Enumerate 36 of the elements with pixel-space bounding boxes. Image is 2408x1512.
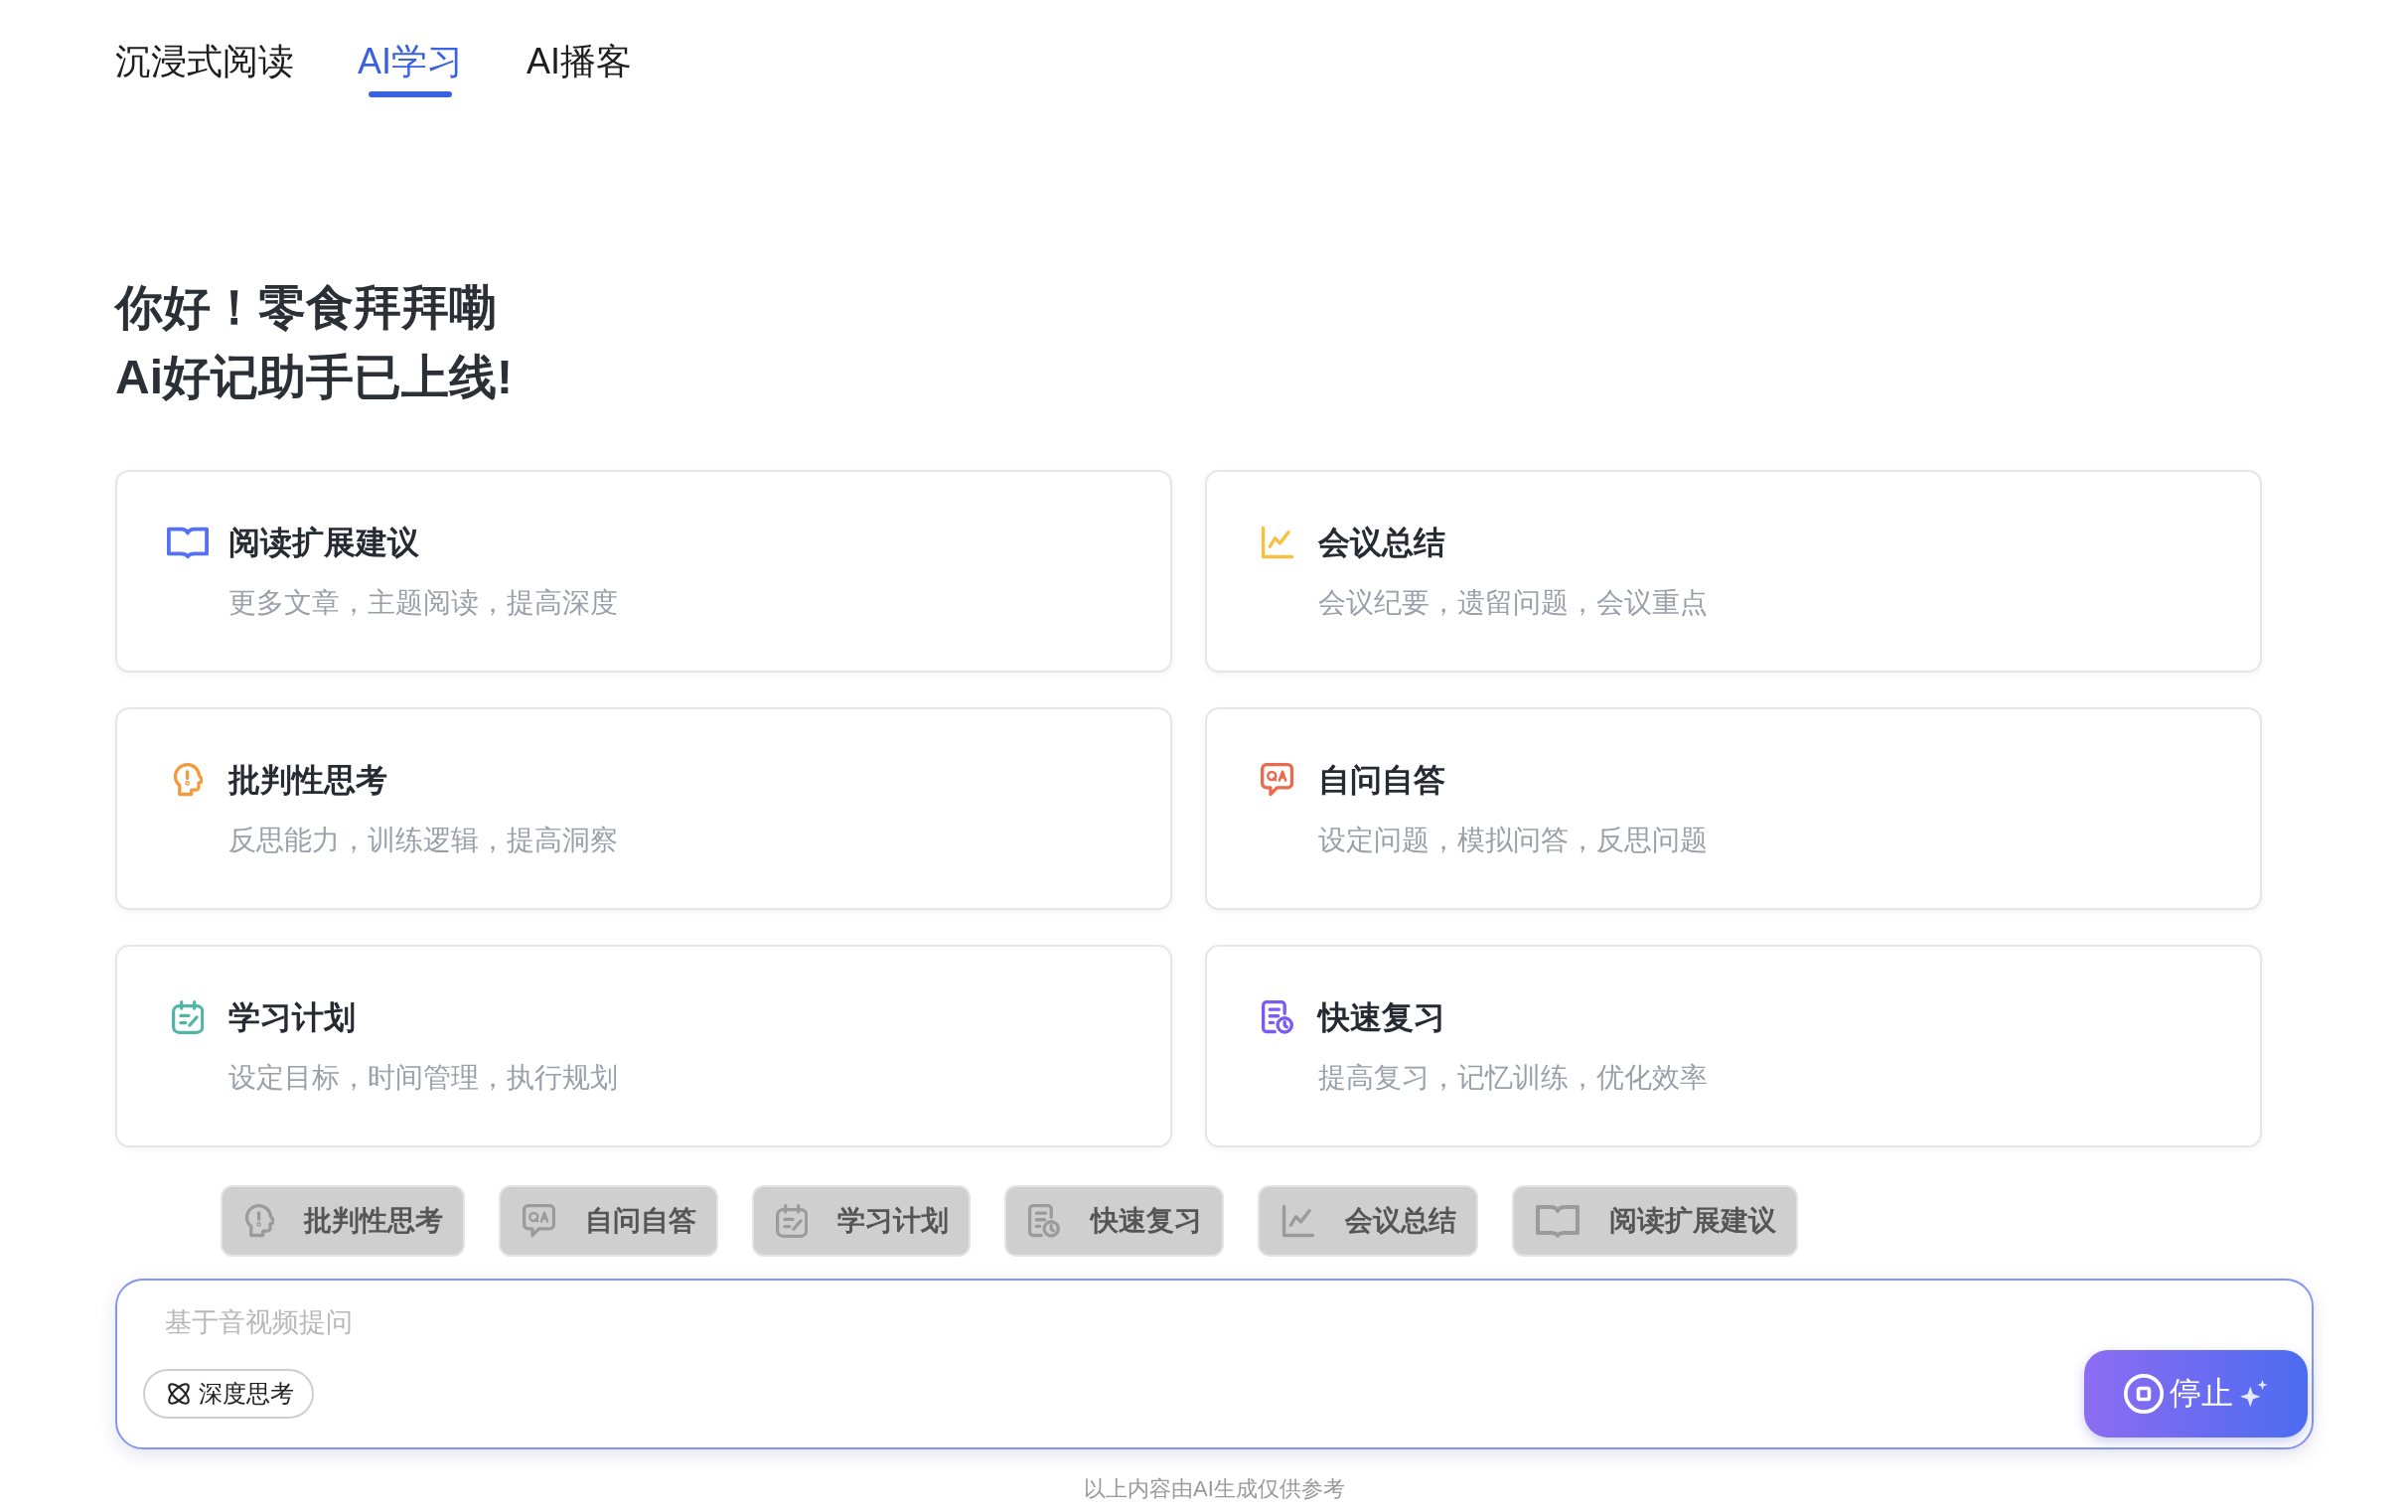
deep-think-button[interactable]: 深度思考: [143, 1369, 314, 1419]
question-input[interactable]: 基于音视频提问: [143, 1294, 779, 1350]
tab[interactable]: 沉浸式阅读: [115, 0, 294, 97]
card-description: 更多文章，主题阅读，提高深度: [228, 586, 618, 620]
stop-button[interactable]: 停止: [2084, 1350, 2308, 1437]
tab[interactable]: AI播客: [527, 0, 633, 97]
card-description: 设定目标，时间管理，执行规划: [228, 1061, 618, 1095]
suggestion-card[interactable]: 批判性思考 反思能力，训练逻辑，提高洞察: [115, 707, 1172, 910]
card-description: 提高复习，记忆训练，优化效率: [1318, 1061, 1708, 1095]
head-alert-icon: [244, 1204, 274, 1238]
suggestion-card[interactable]: 自问自答 设定问题，模拟问答，反思问题: [1205, 707, 2262, 910]
card-description: 会议纪要，遗留问题，会议重点: [1318, 586, 1708, 620]
card-title: 学习计划: [228, 998, 356, 1037]
atom-icon: [165, 1380, 193, 1408]
calendar-edit-icon: [776, 1204, 809, 1238]
greeting-line: Ai好记助手已上线!: [115, 350, 513, 405]
card-title: 自问自答: [1318, 761, 1445, 800]
open-book-icon: [1535, 1204, 1580, 1238]
suggestion-card[interactable]: 阅读扩展建议 更多文章，主题阅读，提高深度: [115, 470, 1172, 673]
speech-bubble-icon: [522, 1204, 555, 1238]
card-description: 设定问题，模拟问答，反思问题: [1318, 824, 1708, 857]
card-title: 快速复习: [1318, 998, 1445, 1037]
line-chart-icon: [1280, 1204, 1315, 1238]
disclaimer-text: 以上内容由AI生成仅供参考: [1084, 1476, 1345, 1502]
greeting-line: 你好！零食拜拜嘞: [115, 280, 497, 336]
suggestion-card[interactable]: 会议总结 会议纪要，遗留问题，会议重点: [1205, 470, 2262, 673]
tab[interactable]: AI学习: [358, 0, 463, 97]
card-title: 批判性思考: [228, 761, 387, 800]
suggestion-card[interactable]: 学习计划 设定目标，时间管理，执行规划: [115, 945, 1172, 1147]
sparkle-icon: [2239, 1379, 2269, 1409]
document-clock-icon: [1028, 1204, 1061, 1238]
card-description: 反思能力，训练逻辑，提高洞察: [228, 824, 618, 857]
suggestion-card[interactable]: 快速复习 提高复习，记忆训练，优化效率: [1205, 945, 2262, 1147]
stop-icon: [2124, 1374, 2164, 1414]
card-title: 会议总结: [1318, 524, 1445, 562]
card-title: 阅读扩展建议: [228, 524, 419, 562]
